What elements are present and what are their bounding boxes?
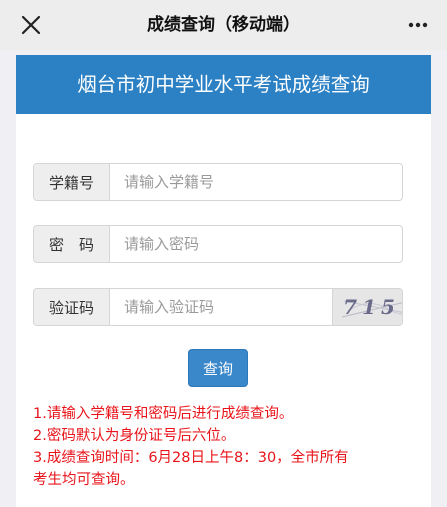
captcha-code: 7157 <box>343 295 403 319</box>
page-banner: 烟台市初中学业水平考试成绩查询 <box>16 55 431 114</box>
page-title: 成绩查询（移动端） <box>147 15 300 35</box>
notice-2: 2.密码默认为身份证号后六位。 <box>33 428 236 444</box>
student-id-input[interactable] <box>110 164 402 200</box>
password-label: 密 码 <box>34 226 110 262</box>
query-button[interactable]: 查询 <box>188 349 248 387</box>
notice-list: 1.请输入学籍号和密码后进行成绩查询。 2.密码默认为身份证号后六位。 3.成绩… <box>33 403 413 491</box>
notice-3-continued: 考生均可查询。 <box>33 472 135 488</box>
notice-1: 1.请输入学籍号和密码后进行成绩查询。 <box>33 406 294 422</box>
notice-3: 3.成绩查询时间：6月28日上午8：30，全市所有 <box>33 450 349 466</box>
student-id-row: 学籍号 <box>33 163 403 201</box>
more-icon <box>408 22 428 28</box>
captcha-row: 验证码 7157 <box>33 288 403 326</box>
password-input[interactable] <box>110 226 402 262</box>
password-row: 密 码 <box>33 225 403 263</box>
captcha-label: 验证码 <box>34 289 110 325</box>
captcha-input[interactable] <box>110 289 332 325</box>
student-id-label: 学籍号 <box>34 164 110 200</box>
title-bar: 成绩查询（移动端） <box>0 0 447 50</box>
captcha-image[interactable]: 7157 <box>332 289 403 325</box>
more-button[interactable] <box>403 10 433 40</box>
